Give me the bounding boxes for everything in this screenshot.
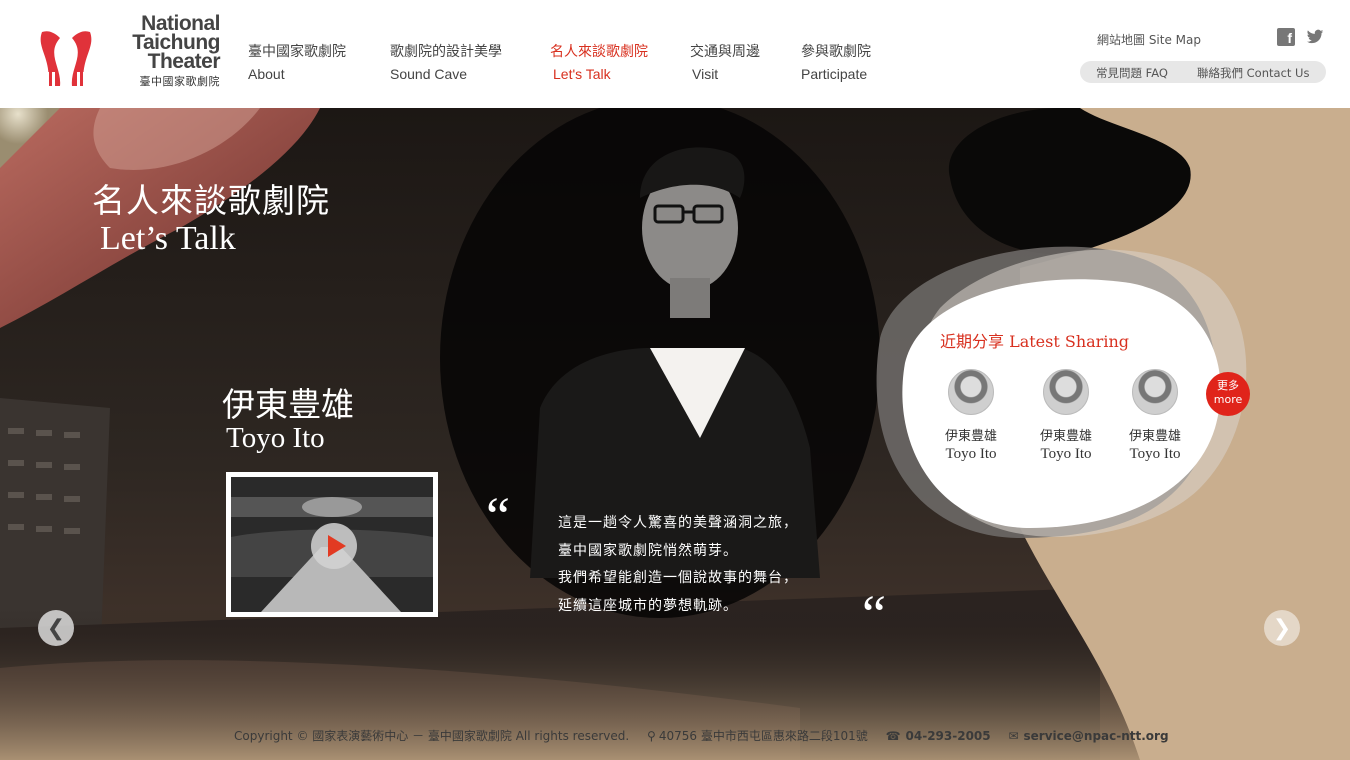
nav-label-zh: 臺中國家歌劇院: [248, 44, 346, 60]
sharing-item[interactable]: 伊東豊雄 Toyo Ito: [936, 366, 1006, 463]
facebook-icon[interactable]: f: [1277, 28, 1295, 46]
sharing-name-zh: 伊東豊雄: [944, 429, 997, 444]
contact-link[interactable]: 聯絡我們 Contact Us: [1197, 65, 1309, 81]
logo-english: National Taichung Theater: [100, 13, 221, 73]
copyright-text: Copyright © 國家表演藝術中心 － 臺中國家歌劇院 All right…: [234, 729, 630, 743]
video-thumbnail[interactable]: [226, 472, 438, 617]
next-arrow-icon[interactable]: ❯: [1264, 610, 1300, 646]
nav-label-zh: 參與歌劇院: [801, 44, 871, 60]
more-button[interactable]: 更多 more: [1206, 372, 1250, 416]
avatar: [1132, 369, 1178, 415]
prev-arrow-icon[interactable]: ❮: [38, 610, 74, 646]
sharing-name-en: Toyo Ito: [1129, 446, 1181, 462]
nav-item-participate[interactable]: 參與歌劇院 Participate: [801, 42, 931, 84]
logo-line-3: Theater: [147, 50, 221, 73]
more-label-zh: 更多: [1217, 379, 1239, 392]
site-footer: Copyright © 國家表演藝術中心 － 臺中國家歌劇院 All right…: [234, 727, 1183, 744]
quote-line: 臺中國家歌劇院悄然萌芽。: [558, 542, 738, 559]
nav-item-lets-talk[interactable]: 名人來談歌劇院 Let's Talk: [550, 42, 680, 84]
quote-close-mark: “: [862, 584, 886, 644]
play-icon[interactable]: [311, 523, 357, 569]
sharing-name-zh: 伊東豊雄: [1128, 429, 1181, 444]
phone-icon: ☎: [885, 729, 901, 743]
more-label-en: more: [1213, 393, 1243, 406]
sharing-name-en: Toyo Ito: [1040, 446, 1092, 462]
avatar: [1043, 369, 1089, 415]
sharing-name-zh: 伊東豊雄: [1039, 429, 1092, 444]
email[interactable]: ✉ service@npac-ntt.org: [1008, 729, 1168, 743]
location-pin-icon: ⚲: [647, 729, 656, 743]
phone-text: 04-293-2005: [905, 729, 991, 743]
nav-label-zh: 名人來談歌劇院: [550, 44, 648, 60]
avatar: [948, 369, 994, 415]
quote-open-mark: “: [486, 486, 510, 546]
nav-label-zh: 歌劇院的設計美學: [390, 44, 502, 60]
faq-contact-bar: 常見問題 FAQ 聯絡我們 Contact Us: [1080, 61, 1326, 83]
nav-item-about[interactable]: 臺中國家歌劇院 About: [248, 42, 378, 84]
logo-chinese: 臺中國家歌劇院: [139, 75, 220, 88]
site-map-link[interactable]: 網站地圖 Site Map: [1097, 31, 1201, 48]
nav-label-en: Participate: [801, 66, 868, 82]
sharing-item[interactable]: 伊東豊雄 Toyo Ito: [1031, 366, 1101, 463]
mail-icon: ✉: [1008, 729, 1019, 743]
quote-line: 延續這座城市的夢想軌跡。: [558, 597, 738, 614]
sharing-name-en: Toyo Ito: [945, 446, 997, 462]
address-text: 40756 臺中市西屯區惠來路二段101號: [658, 729, 868, 743]
nav-item-sound-cave[interactable]: 歌劇院的設計美學 Sound Cave: [390, 42, 520, 84]
site-header: National Taichung Theater 臺中國家歌劇院 臺中國家歌劇…: [0, 0, 1350, 108]
page-title-zh: 名人來談歌劇院: [92, 181, 330, 220]
page-title-en: Let’s Talk: [100, 220, 236, 257]
logo-text: National Taichung Theater 臺中國家歌劇院: [100, 13, 221, 89]
phone[interactable]: ☎ 04-293-2005: [886, 729, 991, 743]
quote-text: 這是一趟令人驚喜的美聲涵洞之旅， 臺中國家歌劇院悄然萌芽。 我們希望能創造一個說…: [558, 510, 798, 620]
person-name-zh: 伊東豊雄: [222, 385, 354, 424]
nav-label-en: Let's Talk: [553, 66, 611, 82]
email-text: service@npac-ntt.org: [1023, 729, 1169, 743]
quote-line: 我們希望能創造一個說故事的舞台，: [558, 570, 798, 586]
twitter-icon[interactable]: [1306, 28, 1324, 46]
sharing-item[interactable]: 伊東豊雄 Toyo Ito: [1120, 366, 1190, 463]
theater-logo-icon: [40, 31, 92, 88]
person-name-en: Toyo Ito: [226, 422, 325, 454]
faq-link[interactable]: 常見問題 FAQ: [1096, 65, 1168, 81]
hero-section: 名人來談歌劇院 Let’s Talk 伊東豊雄 Toyo Ito “ 這是一趟令…: [0, 108, 1350, 760]
latest-sharing-title: 近期分享 Latest Sharing: [940, 332, 1129, 351]
site-logo[interactable]: National Taichung Theater 臺中國家歌劇院: [38, 13, 221, 96]
address: ⚲ 40756 臺中市西屯區惠來路二段101號: [647, 729, 868, 743]
nav-label-en: Sound Cave: [390, 66, 468, 82]
nav-label-en: About: [248, 66, 285, 82]
quote-line: 這是一趟令人驚喜的美聲涵洞之旅，: [558, 515, 798, 531]
